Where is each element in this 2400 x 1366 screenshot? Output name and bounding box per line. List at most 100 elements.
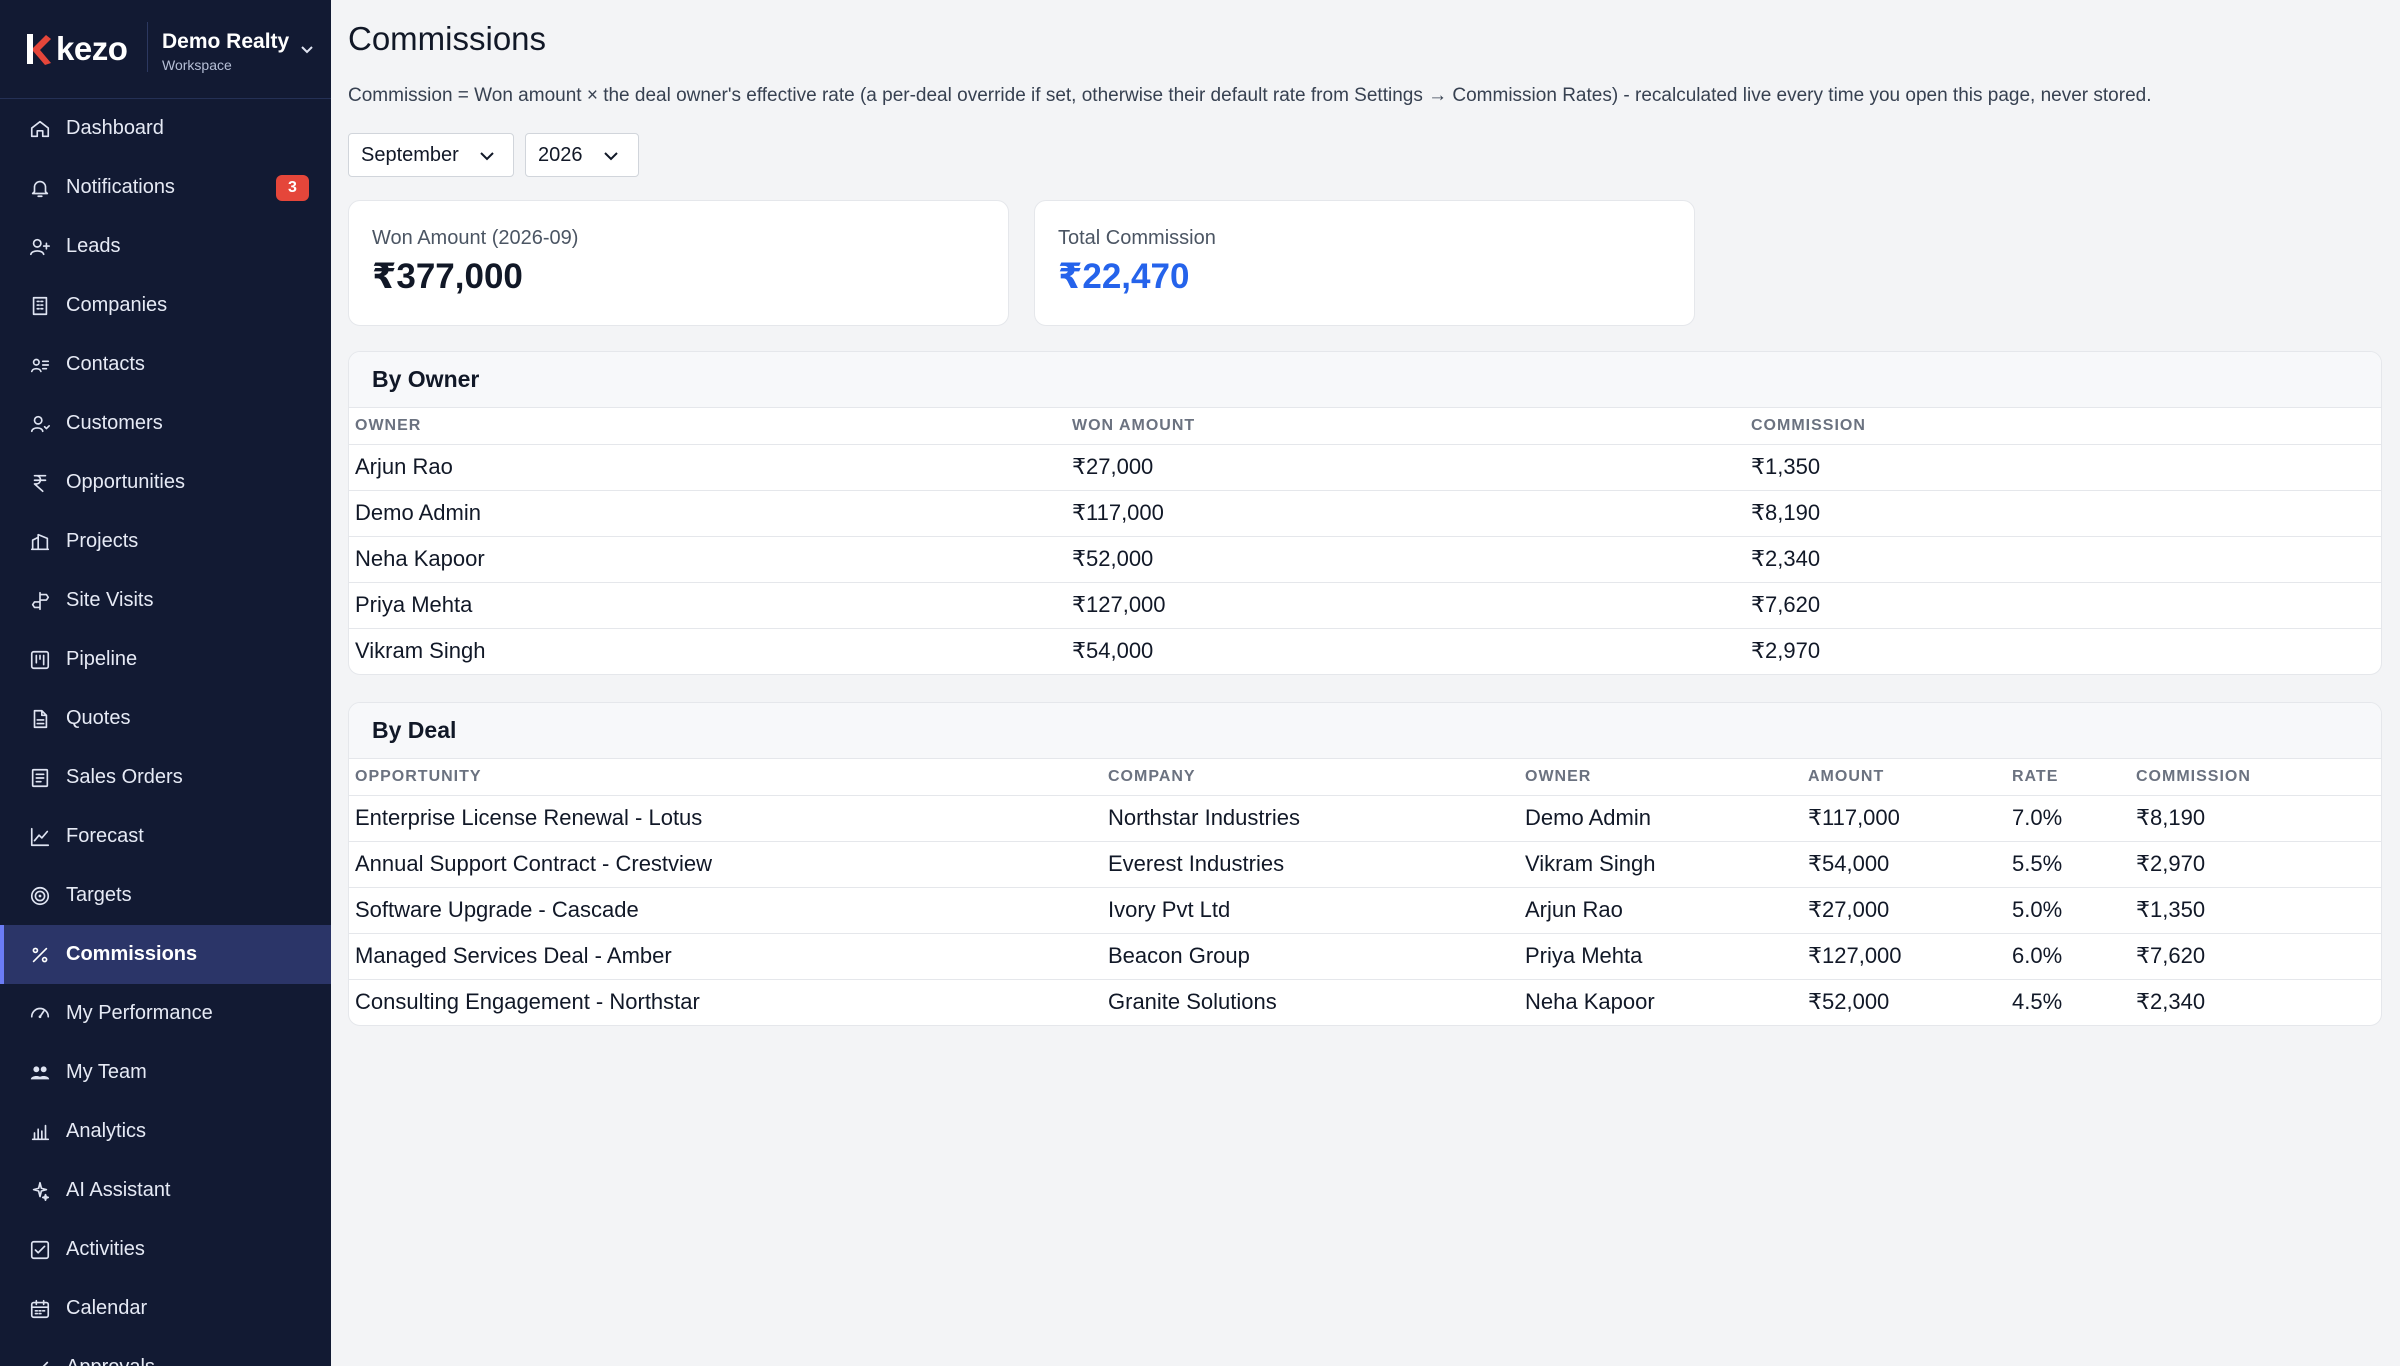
main-content: Commissions Commission = Won amount × th… [331, 0, 2400, 1366]
by-owner-panel: By Owner OWNER WON AMOUNT COMMISSION Arjun… [348, 351, 2382, 675]
table-row[interactable]: Annual Support Contract - Crestview Evere… [349, 841, 2381, 888]
sidebar-item-projects[interactable]: Projects [0, 512, 331, 571]
sidebar-item-targets[interactable]: Targets [0, 866, 331, 925]
user-plus-icon [28, 235, 52, 259]
sidebar-item-label: Approvals [66, 1356, 155, 1366]
brand-header: kezo Demo Realty Workspace [0, 0, 331, 99]
sidebar-item-opportunities[interactable]: Opportunities [0, 453, 331, 512]
sidebar-item-label: AI Assistant [66, 1179, 171, 1201]
sidebar-item-companies[interactable]: Companies [0, 276, 331, 335]
table-cell: ₹2,340 [2136, 989, 2206, 1015]
table-cell: ₹54,000 [1072, 638, 1154, 664]
sidebar-item-label: Opportunities [66, 471, 185, 493]
table-cell: ₹2,970 [1751, 638, 1821, 664]
won-amount-card: Won Amount (2026-09) ₹377,000 [348, 200, 1009, 326]
sidebar-item-forecast[interactable]: Forecast [0, 807, 331, 866]
contacts-icon [28, 353, 52, 377]
table-cell: ₹27,000 [1066, 444, 1745, 491]
sidebar-item-contacts[interactable]: Contacts [0, 335, 331, 394]
sidebar-item-label: Pipeline [66, 648, 138, 670]
table-cell: ₹7,620 [1745, 582, 2381, 629]
table-cell: Arjun Rao [349, 444, 1066, 491]
table-cell: ₹54,000 [1802, 841, 2006, 888]
sidebar-item-activities[interactable]: Activities [0, 1220, 331, 1279]
logo[interactable]: kezo [24, 30, 128, 68]
gauge-icon [28, 1002, 52, 1026]
rupee-icon [28, 471, 52, 495]
customer-icon [28, 412, 52, 436]
column-header-owner: OWNER [349, 408, 1066, 445]
approvals-icon [28, 1356, 52, 1366]
table-cell: ₹8,190 [1745, 490, 2381, 537]
sidebar-item-label: Contacts [66, 353, 145, 375]
table-cell: Demo Admin [1519, 795, 1802, 842]
projects-icon [28, 530, 52, 554]
sidebar-item-ai-assistant[interactable]: AI Assistant [0, 1161, 331, 1220]
sidebar-item-analytics[interactable]: Analytics [0, 1102, 331, 1161]
receipt-icon [28, 766, 52, 790]
table-cell: Vikram Singh [355, 638, 486, 664]
page-title: Commissions [348, 20, 547, 57]
checklist-icon [28, 1238, 52, 1262]
table-row[interactable]: Arjun Rao ₹27,000 ₹1,350 [349, 444, 2381, 491]
table-cell: Enterprise License Renewal - Lotus [349, 795, 1102, 842]
table-cell: ₹52,000 [1808, 989, 1890, 1015]
column-header-commission: COMMISSION [1745, 408, 2381, 445]
table-cell: Demo Admin [349, 490, 1066, 537]
table-cell: ₹27,000 [1802, 887, 2006, 934]
table-row[interactable]: Consulting Engagement - Northstar Granite… [349, 979, 2381, 1025]
bell-icon [28, 176, 52, 200]
sidebar-item-leads[interactable]: Leads [0, 217, 331, 276]
year-select[interactable]: 2026 [525, 133, 639, 177]
sidebar: kezo Demo Realty Workspace Dashboard Noti… [0, 0, 331, 1366]
logo-wordmark: kezo [56, 30, 128, 67]
sidebar-item-customers[interactable]: Customers [0, 394, 331, 453]
table-cell: ₹117,000 [1066, 490, 1745, 537]
sidebar-item-calendar[interactable]: Calendar [0, 1279, 331, 1338]
sidebar-item-label: My Performance [66, 1002, 213, 1024]
table-cell: ₹1,350 [1745, 444, 2381, 491]
sidebar-item-pipeline[interactable]: Pipeline [0, 630, 331, 689]
table-row[interactable]: Demo Admin ₹117,000 ₹8,190 [349, 490, 2381, 537]
sidebar-item-approvals[interactable]: Approvals [0, 1338, 331, 1366]
table-row[interactable]: Vikram Singh ₹54,000 ₹2,970 [349, 628, 2381, 674]
won-amount-value: ₹377,000 [372, 257, 523, 296]
table-row[interactable]: Neha Kapoor ₹52,000 ₹2,340 [349, 536, 2381, 583]
sidebar-item-site-visits[interactable]: Site Visits [0, 571, 331, 630]
chevron-down-icon[interactable] [300, 42, 314, 60]
table-cell: ₹117,000 [1802, 795, 2006, 842]
sidebar-item-my-team[interactable]: My Team [0, 1043, 331, 1102]
workspace-switcher[interactable]: Demo Realty Workspace [162, 30, 289, 73]
table-row[interactable]: Software Upgrade - Cascade Ivory Pvt Ltd A… [349, 887, 2381, 934]
sidebar-item-my-performance[interactable]: My Performance [0, 984, 331, 1043]
table-cell: ₹1,350 [2130, 887, 2381, 934]
table-cell: 6.0% [2006, 933, 2130, 980]
notification-count-badge: 3 [276, 175, 309, 201]
chevron-down-icon [603, 144, 619, 167]
by-deal-panel: By Deal OPPORTUNITY COMPANY OWNER AMOUNT RAT… [348, 702, 2382, 1026]
table-cell: ₹52,000 [1066, 536, 1745, 583]
sidebar-item-label: My Team [66, 1061, 147, 1083]
table-row[interactable]: Managed Services Deal - Amber Beacon Grou… [349, 933, 2381, 980]
sidebar-item-label: Forecast [66, 825, 144, 847]
page-description: Commission = Won amount × the deal owner… [348, 85, 2152, 106]
sidebar-item-quotes[interactable]: Quotes [0, 689, 331, 748]
year-select-value: 2026 [538, 143, 583, 166]
sidebar-item-dashboard[interactable]: Dashboard [0, 99, 331, 158]
table-cell: ₹2,340 [1745, 536, 2381, 583]
won-amount-label: Won Amount (2026-09) [372, 227, 579, 249]
sidebar-item-sales-orders[interactable]: Sales Orders [0, 748, 331, 807]
by-owner-title: By Owner [349, 352, 2381, 408]
sidebar-item-notifications[interactable]: Notifications 3 [0, 158, 331, 217]
calendar-icon [28, 1297, 52, 1321]
document-icon [28, 707, 52, 731]
column-header-opportunity: OPPORTUNITY [349, 759, 1102, 796]
month-select[interactable]: September [348, 133, 514, 177]
table-cell: ₹8,190 [2130, 795, 2381, 842]
by-owner-table: OWNER WON AMOUNT COMMISSION Arjun Rao ₹27,0… [349, 408, 2381, 674]
chevron-down-icon [479, 144, 495, 167]
sidebar-item-commissions[interactable]: Commissions [0, 925, 331, 984]
table-row[interactable]: Enterprise License Renewal - Lotus Norths… [349, 795, 2381, 842]
sidebar-item-label: Notifications [66, 176, 175, 198]
table-row[interactable]: Priya Mehta ₹127,000 ₹7,620 [349, 582, 2381, 629]
